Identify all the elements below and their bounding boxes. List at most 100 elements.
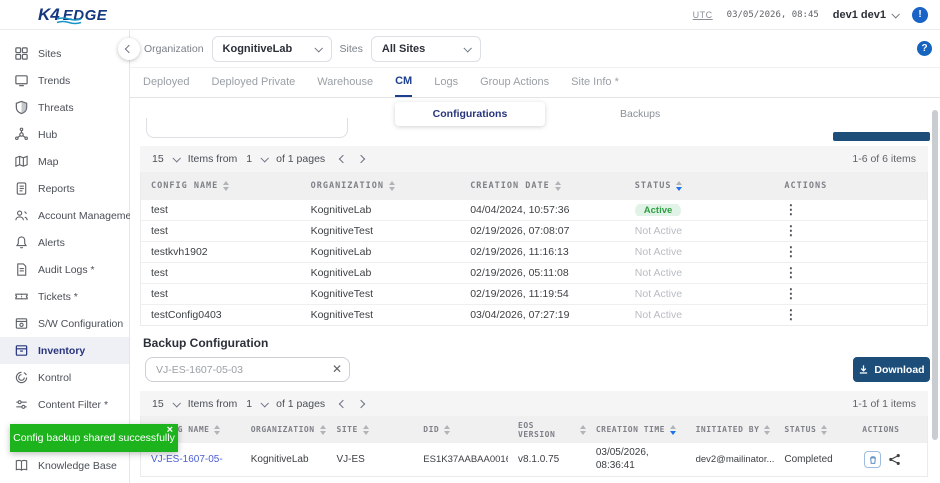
chevron-down-icon[interactable]: [261, 399, 269, 407]
download-button[interactable]: Download: [853, 357, 930, 382]
sidebar-item-knowledge-base[interactable]: Knowledge Base: [0, 452, 129, 479]
chevron-down-icon[interactable]: [261, 154, 269, 162]
tab-deployed-private[interactable]: Deployed Private: [211, 69, 295, 96]
sidebar-item-tickets[interactable]: Tickets *: [0, 283, 129, 310]
cell-config-name: test: [141, 288, 301, 300]
sidebar-item-alerts[interactable]: Alerts: [0, 229, 129, 256]
organization-select[interactable]: KognitiveLab: [212, 36, 332, 62]
table-row[interactable]: test KognitiveLab 04/04/2024, 10:57:36 A…: [141, 199, 927, 220]
col-creation-time[interactable]: Creation Time: [586, 425, 686, 435]
items-range: 1-6 of 6 items: [852, 153, 916, 165]
sidebar-item-inventory[interactable]: Inventory: [0, 337, 129, 364]
table-row[interactable]: test KognitiveTest 02/19/2026, 11:19:54 …: [141, 283, 927, 304]
sort-icon[interactable]: [320, 425, 326, 435]
sidebar-item-label: S/W Configuration: [38, 318, 123, 330]
sidebar-item-audit-logs[interactable]: Audit Logs *: [0, 256, 129, 283]
utc-toggle[interactable]: UTC: [693, 10, 713, 20]
table-row[interactable]: test KognitiveTest 02/19/2026, 07:08:07 …: [141, 220, 927, 241]
page-size-value[interactable]: 15: [152, 398, 164, 410]
col-config-name[interactable]: Config Name: [141, 181, 301, 191]
tab-site-info[interactable]: Site Info *: [571, 69, 619, 96]
prev-page-icon[interactable]: [339, 399, 347, 407]
col-initiated-by[interactable]: Initiated By: [686, 425, 775, 435]
row-menu-icon[interactable]: ⋮: [784, 245, 797, 259]
user-menu[interactable]: dev1 dev1: [833, 9, 898, 21]
chevron-down-icon[interactable]: [172, 399, 180, 407]
col-did[interactable]: DID: [413, 425, 508, 435]
subtab-configurations[interactable]: Configurations: [395, 102, 545, 126]
tab-deployed[interactable]: Deployed: [143, 69, 189, 96]
col-status[interactable]: Status: [774, 425, 852, 435]
prev-page-icon[interactable]: [339, 155, 347, 163]
next-page-icon[interactable]: [357, 399, 365, 407]
sidebar-item-label: Alerts: [38, 237, 65, 249]
sidebar-item-hub[interactable]: Hub: [0, 121, 129, 148]
sort-icon[interactable]: [389, 181, 395, 191]
table-row[interactable]: testkvh1902 KognitiveLab 02/19/2026, 11:…: [141, 241, 927, 262]
tab-logs[interactable]: Logs: [434, 69, 458, 96]
sidebar-item-reports[interactable]: Reports: [0, 175, 129, 202]
sort-icon[interactable]: [223, 181, 229, 191]
config-table-header: Config Name Organization Creation Date S…: [141, 172, 927, 199]
toast-close-icon[interactable]: ×: [167, 424, 173, 436]
next-page-icon[interactable]: [357, 155, 365, 163]
sites-select[interactable]: All Sites: [371, 36, 481, 62]
cell-creation-date: 02/19/2026, 11:16:13: [460, 246, 625, 258]
sidebar-item-threats[interactable]: Threats: [0, 94, 129, 121]
tab-group-actions[interactable]: Group Actions: [480, 69, 549, 96]
col-organization[interactable]: Organization: [241, 425, 327, 435]
col-eos-version[interactable]: EOS Version: [508, 421, 586, 439]
page-number[interactable]: 1: [246, 398, 252, 410]
row-menu-icon[interactable]: ⋮: [784, 224, 797, 238]
col-creation-date[interactable]: Creation Date: [460, 181, 625, 191]
delete-icon[interactable]: [864, 451, 881, 468]
subtabs: Configurations Backups: [395, 102, 660, 126]
tab-cm[interactable]: CM: [395, 68, 412, 97]
sidebar-item-map[interactable]: Map: [0, 148, 129, 175]
col-actions: Actions: [852, 425, 927, 434]
col-status[interactable]: Status: [625, 181, 775, 191]
row-menu-icon[interactable]: ⋮: [784, 266, 797, 280]
col-organization[interactable]: Organization: [301, 181, 461, 191]
sort-icon-active[interactable]: [670, 425, 676, 435]
cell-config-name-link[interactable]: VJ-ES-1607-05-: [141, 454, 241, 466]
sidebar-item-account-management[interactable]: Account Management: [0, 202, 129, 229]
share-icon[interactable]: [888, 453, 901, 466]
cell-creation-date: 03/04/2026, 07:27:19: [460, 309, 625, 321]
user-badge-icon[interactable]: !: [912, 7, 928, 23]
sidebar-item-trends[interactable]: Trends: [0, 67, 129, 94]
sidebar-item-sw-configuration[interactable]: S/W Configuration: [0, 310, 129, 337]
sliders-icon: [14, 397, 29, 412]
logo-wave-icon: [56, 17, 82, 25]
backup-search-input[interactable]: [145, 357, 350, 382]
tab-warehouse[interactable]: Warehouse: [317, 69, 373, 96]
config-search-input-partial[interactable]: [146, 118, 348, 138]
subtab-backups[interactable]: Backups: [620, 108, 660, 120]
sidebar-item-sites[interactable]: Sites: [0, 40, 129, 67]
sort-icon[interactable]: [214, 425, 220, 435]
sort-icon[interactable]: [821, 425, 827, 435]
sidebar-item-content-filter[interactable]: Content Filter *: [0, 391, 129, 418]
backup-table: Config Name Organization Site DID EOS Ve…: [140, 416, 928, 477]
col-site[interactable]: Site: [327, 425, 414, 435]
table-row[interactable]: VJ-ES-1607-05- KognitiveLab VJ-ES ES1K37…: [141, 443, 927, 476]
chevron-down-icon[interactable]: [172, 154, 180, 162]
page-size-value[interactable]: 15: [152, 153, 164, 165]
table-row[interactable]: testConfig0403 KognitiveTest 03/04/2026,…: [141, 304, 927, 325]
sort-icon[interactable]: [555, 181, 561, 191]
sort-icon[interactable]: [444, 425, 450, 435]
help-icon[interactable]: ?: [917, 41, 932, 56]
table-row[interactable]: test KognitiveLab 02/19/2026, 05:11:08 N…: [141, 262, 927, 283]
sidebar-item-kontrol[interactable]: Kontrol: [0, 364, 129, 391]
row-menu-icon[interactable]: ⋮: [784, 308, 797, 322]
vertical-scrollbar[interactable]: [932, 110, 938, 440]
row-menu-icon[interactable]: ⋮: [784, 203, 797, 217]
sort-icon[interactable]: [764, 425, 770, 435]
sort-icon[interactable]: [363, 425, 369, 435]
add-config-button-partial[interactable]: [833, 132, 930, 141]
sort-icon-active[interactable]: [676, 181, 682, 191]
sidebar-collapse-button[interactable]: [118, 38, 140, 60]
page-number[interactable]: 1: [246, 153, 252, 165]
row-menu-icon[interactable]: ⋮: [784, 287, 797, 301]
clear-search-icon[interactable]: ✕: [332, 362, 342, 376]
